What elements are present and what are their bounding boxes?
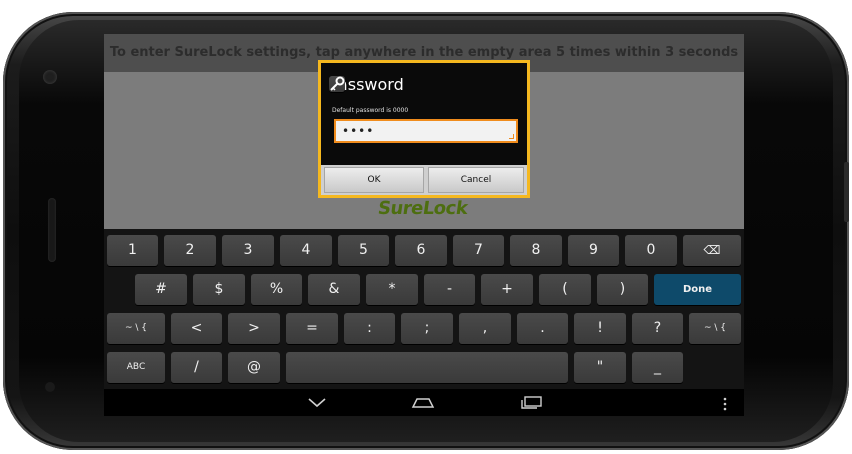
done-key[interactable]: Done: [654, 274, 741, 305]
key-underscore[interactable]: _: [632, 352, 683, 383]
space-bar[interactable]: [286, 352, 568, 383]
password-value: ••••: [342, 124, 375, 138]
key-asterisk[interactable]: *: [366, 274, 418, 305]
key-ampersand[interactable]: &: [308, 274, 360, 305]
key-percent[interactable]: %: [251, 274, 302, 305]
key-semicolon[interactable]: ;: [401, 313, 453, 344]
key-2[interactable]: 2: [164, 235, 216, 266]
key-slash[interactable]: /: [171, 352, 222, 383]
side-button: [844, 162, 849, 222]
key-9[interactable]: 9: [568, 235, 619, 266]
home-icon[interactable]: [411, 395, 435, 409]
key-less-than[interactable]: <: [171, 313, 222, 344]
key-dollar[interactable]: $: [193, 274, 245, 305]
key-colon[interactable]: :: [344, 313, 395, 344]
key-hash[interactable]: #: [135, 274, 187, 305]
key-3[interactable]: 3: [222, 235, 274, 266]
input-corner-mark: [509, 134, 514, 139]
password-dialog: Password Default password is 0000 •••• O…: [318, 60, 530, 198]
overflow-menu-icon[interactable]: [722, 397, 728, 411]
backspace-key[interactable]: ⌫: [683, 235, 741, 266]
key-open-paren[interactable]: (: [539, 274, 591, 305]
key-7[interactable]: 7: [453, 235, 504, 266]
key-6[interactable]: 6: [395, 235, 447, 266]
key-equals[interactable]: =: [286, 313, 338, 344]
key-more-symbols-right[interactable]: ~ \ {: [689, 313, 741, 344]
default-password-hint: Default password is 0000: [332, 107, 409, 114]
key-close-paren[interactable]: ): [597, 274, 648, 305]
key-comma[interactable]: ,: [459, 313, 511, 344]
key-0[interactable]: 0: [625, 235, 677, 266]
recents-icon[interactable]: [520, 395, 544, 409]
key-greater-than[interactable]: >: [228, 313, 280, 344]
back-icon[interactable]: [307, 395, 327, 409]
symbol-keyboard: 1 2 3 4 5 6 7 8 9 0 ⌫ # $ % & * - + ( ) …: [104, 229, 744, 389]
dialog-button-bar: OK Cancel: [321, 165, 527, 195]
key-exclamation[interactable]: !: [574, 313, 626, 344]
key-more-symbols-left[interactable]: ~ \ {: [107, 313, 165, 344]
key-at[interactable]: @: [228, 352, 280, 383]
key-plus[interactable]: +: [481, 274, 533, 305]
device-screen: To enter SureLock settings, tap anywhere…: [104, 34, 744, 416]
key-8[interactable]: 8: [510, 235, 562, 266]
abc-key[interactable]: ABC: [107, 352, 165, 383]
front-camera: [43, 70, 57, 84]
cancel-button[interactable]: Cancel: [428, 167, 524, 193]
key-double-quote[interactable]: ": [574, 352, 626, 383]
navigation-bar: [104, 389, 744, 416]
key-5[interactable]: 5: [338, 235, 389, 266]
key-question[interactable]: ?: [632, 313, 683, 344]
surelock-logo: SureLock: [376, 198, 469, 219]
key-minus[interactable]: -: [424, 274, 475, 305]
password-input[interactable]: ••••: [334, 119, 518, 143]
key-1[interactable]: 1: [107, 235, 158, 266]
key-icon: [329, 76, 345, 92]
key-4[interactable]: 4: [280, 235, 332, 266]
ok-button[interactable]: OK: [324, 167, 424, 193]
sensor: [45, 382, 55, 392]
key-period[interactable]: .: [517, 313, 568, 344]
speaker-grille: [48, 198, 56, 262]
dialog-title: Password: [329, 71, 404, 97]
